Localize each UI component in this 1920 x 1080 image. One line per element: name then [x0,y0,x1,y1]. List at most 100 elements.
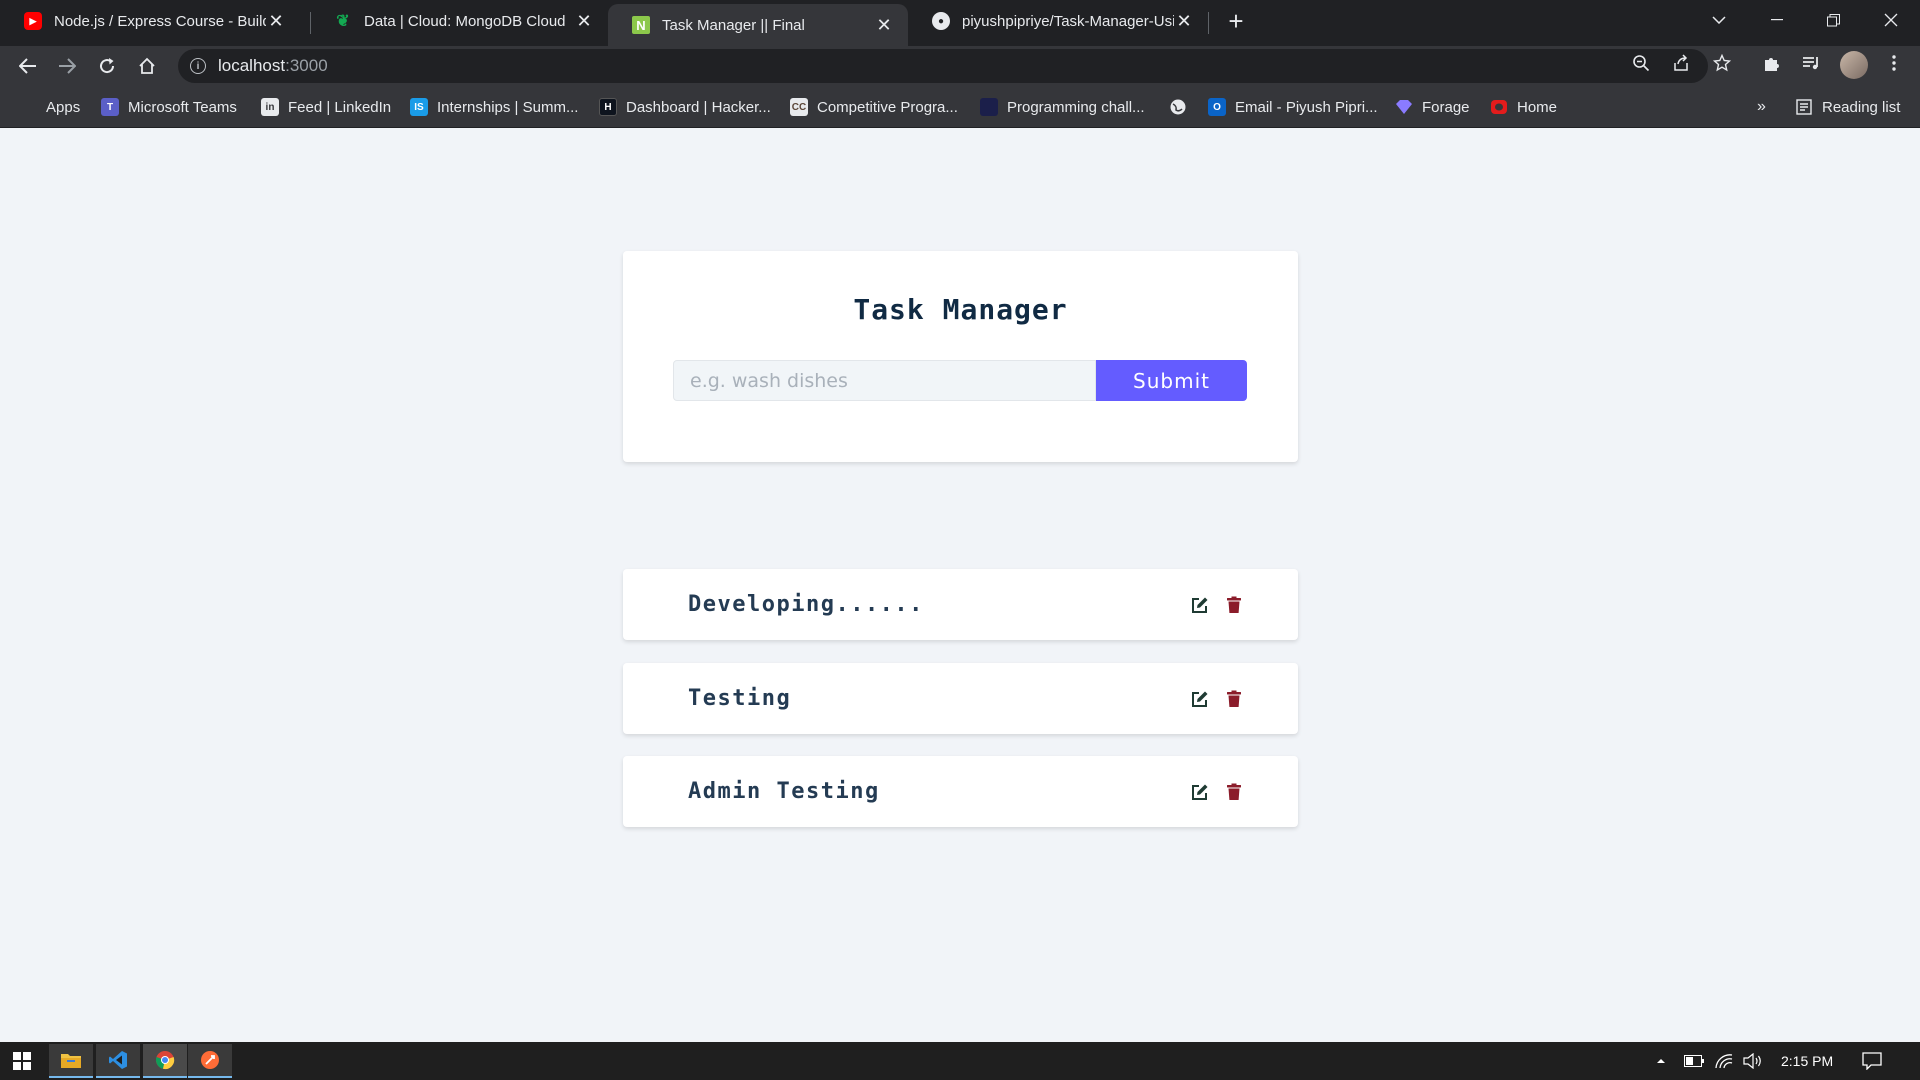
chrome-icon[interactable] [143,1044,187,1078]
vscode-icon[interactable] [96,1044,140,1078]
bookmark-star-icon[interactable] [1708,49,1736,77]
teams-icon: T [101,98,119,116]
bookmarks-bar: Apps T Microsoft Teams in Feed | LinkedI… [0,86,1920,128]
battery-icon[interactable] [1684,1042,1704,1080]
bookmark-label: Forage [1422,98,1470,116]
bookmark-label: Apps [46,98,81,116]
task-name: Testing [688,686,792,711]
tab-search-chevron-icon[interactable] [1696,0,1742,40]
home-icon[interactable] [131,50,163,82]
new-tab-button[interactable]: + [1221,6,1251,36]
wifi-icon[interactable] [1715,1042,1733,1080]
tab-title: Data | Cloud: MongoDB Cloud [364,12,566,30]
restore-icon[interactable] [1810,0,1856,40]
tab-nodejs-course[interactable]: ▶ Node.js / Express Course - Build 4 ✕ [0,0,300,42]
profile-avatar[interactable] [1840,51,1868,79]
browser-toolbar: i localhost:3000 [0,46,1920,86]
edit-icon[interactable] [1191,690,1209,708]
task-item: Developing...... [623,569,1298,640]
bookmark-apps[interactable]: Apps [19,96,80,118]
task-form-card: Task Manager Submit [623,251,1298,462]
internshala-icon: IS [410,98,428,116]
mongodb-leaf-icon: ❦ [336,13,350,30]
bookmark-label: Programming chall... [1007,98,1145,116]
node-n-icon: N [632,16,650,34]
media-queue-icon[interactable] [1797,49,1825,77]
reload-icon[interactable] [91,50,123,82]
notifications-icon[interactable] [1862,1042,1882,1080]
postman-icon[interactable] [188,1044,232,1078]
close-icon[interactable]: ✕ [1174,11,1194,32]
bookmark-outlook-email[interactable]: O Email - Piyush Pipri... [1208,96,1378,118]
bookmark-forage[interactable]: Forage [1395,96,1470,118]
tray-chevron-up-icon[interactable] [1656,1042,1666,1080]
extensions-puzzle-icon[interactable] [1758,49,1786,77]
outlook-icon: O [1208,98,1226,116]
tab-separator [1208,12,1209,34]
github-icon: ● [932,12,950,30]
codechef-icon: CC [790,98,808,116]
windows-taskbar: 2:15 PM [0,1042,1920,1080]
url-host: localhost [218,56,286,75]
browser-tab-strip: ▶ Node.js / Express Course - Build 4 ✕ ❦… [0,0,1920,46]
bookmark-label: Microsoft Teams [128,98,237,116]
url-port: :3000 [285,56,328,75]
forward-arrow-icon[interactable] [51,50,83,82]
reading-list-label: Reading list [1822,98,1901,116]
bookmark-label: Home [1517,98,1558,116]
bookmark-hackerrank[interactable]: H Dashboard | Hacker... [599,96,771,118]
zoom-icon[interactable] [1627,49,1655,77]
bookmark-label: Internships | Summ... [437,98,579,116]
task-name: Admin Testing [688,779,880,804]
more-bookmarks-chevron-icon[interactable]: » [1757,96,1766,118]
volume-icon[interactable] [1743,1042,1763,1080]
trash-icon[interactable] [1226,783,1242,801]
forage-icon [1395,98,1413,116]
menu-kebab-icon[interactable] [1880,49,1908,77]
opera-icon [1490,98,1508,116]
hackerrank-icon: H [599,98,617,116]
tab-title: Task Manager || Final [662,16,805,34]
page-icon [980,98,998,116]
back-arrow-icon[interactable] [12,50,44,82]
page-title: Task Manager [853,293,1068,326]
globe-icon [1169,98,1187,116]
share-icon[interactable] [1667,49,1695,77]
apps-grid-icon [19,98,37,116]
tab-github-repo[interactable]: ● piyushpipriye/Task-Manager-Usin ✕ [908,0,1208,42]
edit-icon[interactable] [1191,596,1209,614]
reading-list-button[interactable]: Reading list [1795,96,1900,118]
file-explorer-icon[interactable] [49,1044,93,1078]
task-item: Admin Testing [623,756,1298,827]
trash-icon[interactable] [1226,690,1242,708]
windows-start-icon[interactable] [0,1044,44,1078]
close-icon[interactable]: ✕ [266,11,286,32]
bookmark-home[interactable]: Home [1490,96,1557,118]
tab-mongodb-cloud[interactable]: ❦ Data | Cloud: MongoDB Cloud ✕ [310,0,608,42]
minimize-icon[interactable] [1754,0,1800,40]
site-info-icon[interactable]: i [190,58,206,74]
tab-title: Node.js / Express Course - Build 4 [54,12,266,30]
bookmark-programming-challenges[interactable]: Programming chall... [980,96,1145,118]
tab-task-manager[interactable]: N Task Manager || Final ✕ [608,4,908,46]
bookmark-codechef[interactable]: CC Competitive Progra... [790,96,958,118]
task-item: Testing [623,663,1298,734]
close-window-icon[interactable] [1868,0,1914,40]
bookmark-label: Feed | LinkedIn [288,98,392,116]
reading-list-icon [1795,98,1813,116]
address-bar[interactable]: i localhost:3000 [178,49,1708,83]
edit-icon[interactable] [1191,783,1209,801]
bookmark-microsoft-teams[interactable]: T Microsoft Teams [101,96,237,118]
bookmark-label: Email - Piyush Pipri... [1235,98,1378,116]
bookmark-internships[interactable]: IS Internships | Summ... [410,96,578,118]
task-name: Developing...... [688,592,924,617]
task-input[interactable] [673,360,1096,401]
clock-time[interactable]: 2:15 PM [1781,1042,1833,1080]
bookmark-linkedin[interactable]: in Feed | LinkedIn [261,96,391,118]
close-icon[interactable]: ✕ [874,15,894,36]
trash-icon[interactable] [1226,596,1242,614]
bookmark-globe[interactable] [1169,96,1196,118]
bookmark-label: Competitive Progra... [817,98,958,116]
submit-button[interactable]: Submit [1096,360,1247,401]
close-icon[interactable]: ✕ [574,11,594,32]
